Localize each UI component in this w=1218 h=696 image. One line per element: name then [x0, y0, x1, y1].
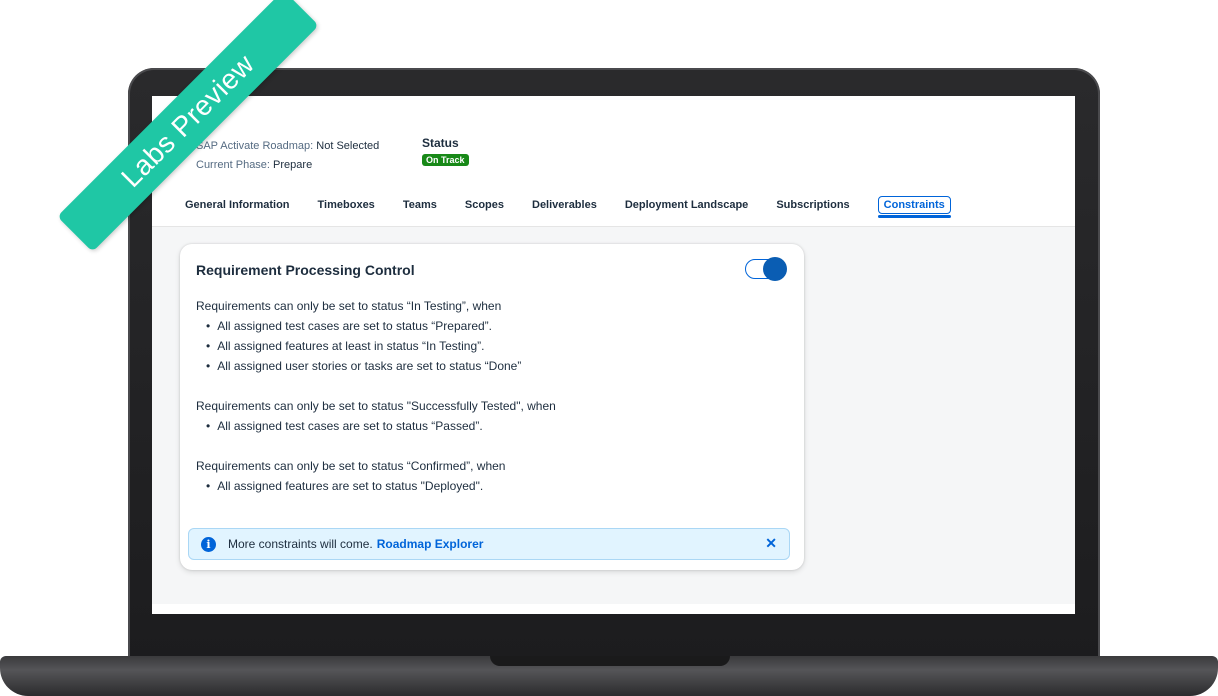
rules-list: Requirements can only be set to status “… — [196, 296, 556, 516]
rule-intro: Requirements can only be set to status "… — [196, 399, 556, 413]
close-icon[interactable]: ✕ — [765, 535, 777, 552]
app-screen: SAP Activate Roadmap: Not Selected Curre… — [152, 96, 1075, 614]
tab-constraints[interactable]: Constraints — [877, 196, 951, 218]
card-title: Requirement Processing Control — [196, 262, 415, 278]
rule-intro: Requirements can only be set to status “… — [196, 459, 506, 473]
toggle-knob — [763, 257, 787, 281]
rule-item: All assigned features are set to status … — [206, 476, 556, 496]
info-icon: i — [201, 536, 216, 552]
requirement-control-card: Requirement Processing Control Requireme… — [180, 244, 804, 570]
tab-deliverables[interactable]: Deliverables — [532, 199, 597, 211]
rule-intro: Requirements can only be set to status “… — [196, 299, 502, 313]
rule-item: All assigned test cases are set to statu… — [206, 316, 556, 336]
phase-value: Prepare — [273, 159, 313, 171]
roadmap-label: SAP Activate Roadmap: — [196, 140, 314, 152]
status-section: Status On Track — [422, 136, 469, 168]
roadmap-value: Not Selected — [316, 140, 380, 152]
rule-in-testing: Requirements can only be set to status “… — [196, 296, 556, 376]
laptop-notch — [490, 656, 730, 666]
info-text: More constraints will come. — [228, 537, 373, 551]
rule-item: All assigned features at least in status… — [206, 336, 556, 356]
tab-bar: General Information Timeboxes Teams Scop… — [185, 196, 979, 218]
tab-deployment-landscape[interactable]: Deployment Landscape — [625, 199, 748, 211]
rule-confirmed: Requirements can only be set to status “… — [196, 456, 556, 496]
rule-successfully-tested: Requirements can only be set to status "… — [196, 396, 556, 436]
rule-item: All assigned user stories or tasks are s… — [206, 356, 556, 376]
status-badge: On Track — [422, 154, 469, 166]
tab-general-information[interactable]: General Information — [185, 199, 290, 211]
tab-scopes[interactable]: Scopes — [465, 199, 504, 211]
tab-subscriptions[interactable]: Subscriptions — [776, 199, 849, 211]
tab-timeboxes[interactable]: Timeboxes — [318, 199, 375, 211]
tab-teams[interactable]: Teams — [403, 199, 437, 211]
phase-label: Current Phase: — [196, 159, 270, 171]
roadmap-explorer-link[interactable]: Roadmap Explorer — [377, 537, 484, 551]
constraint-toggle[interactable] — [745, 257, 787, 281]
status-title: Status — [422, 136, 459, 150]
info-message-strip: i More constraints will come. Roadmap Ex… — [188, 528, 790, 560]
header-info: SAP Activate Roadmap: Not Selected Curre… — [196, 137, 379, 175]
rule-item: All assigned test cases are set to statu… — [206, 416, 556, 436]
